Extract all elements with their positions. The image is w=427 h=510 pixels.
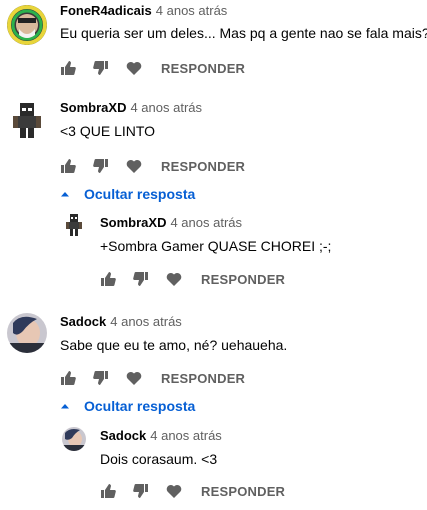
reply-button[interactable]: RESPONDER — [161, 371, 245, 386]
comment-header: SombraXD 4 anos atrás — [60, 100, 202, 116]
timestamp[interactable]: 4 anos atrás — [130, 100, 202, 115]
author-name[interactable]: Sadock — [100, 428, 146, 443]
comment-actions: RESPONDER — [60, 368, 245, 388]
comment-header: FoneR4adicais 4 anos atrás — [60, 3, 227, 19]
timestamp[interactable]: 4 anos atrás — [110, 314, 182, 329]
thumbs-down-icon[interactable] — [93, 158, 109, 174]
reply-text: +Sombra Gamer QUASE CHOREI ;-; — [100, 238, 332, 254]
heart-icon[interactable] — [126, 60, 142, 76]
avatar[interactable] — [7, 313, 47, 353]
reply-button[interactable]: RESPONDER — [201, 272, 285, 287]
comment-header: Sadock 4 anos atrás — [60, 314, 182, 330]
reply-header: Sadock 4 anos atrás — [100, 428, 222, 444]
avatar[interactable] — [62, 213, 86, 237]
reply-header: SombraXD 4 anos atrás — [100, 215, 242, 231]
reply-button[interactable]: RESPONDER — [161, 159, 245, 174]
thumbs-down-icon[interactable] — [93, 370, 109, 386]
thumbs-up-icon[interactable] — [100, 483, 116, 499]
heart-icon[interactable] — [126, 158, 142, 174]
comment-text: Eu queria ser um deles... Mas pq a gente… — [60, 25, 427, 41]
heart-icon[interactable] — [126, 370, 142, 386]
reply-text: Dois corasaum. <3 — [100, 451, 218, 467]
thumbs-up-icon[interactable] — [60, 60, 76, 76]
author-name[interactable]: Sadock — [60, 314, 106, 329]
reply-actions: RESPONDER — [100, 481, 285, 501]
hide-replies-toggle[interactable]: Ocultar resposta — [60, 186, 195, 202]
comment-actions: RESPONDER — [60, 156, 245, 176]
avatar[interactable] — [62, 427, 86, 451]
hide-replies-toggle[interactable]: Ocultar resposta — [60, 398, 195, 414]
reply-actions: RESPONDER — [100, 269, 285, 289]
thumbs-up-icon[interactable] — [60, 370, 76, 386]
thumbs-up-icon[interactable] — [60, 158, 76, 174]
thumbs-up-icon[interactable] — [100, 271, 116, 287]
timestamp[interactable]: 4 anos atrás — [150, 428, 222, 443]
comment-text: <3 QUE LINTO — [60, 123, 156, 139]
heart-icon[interactable] — [166, 483, 182, 499]
author-name[interactable]: FoneR4adicais — [60, 3, 152, 18]
avatar[interactable] — [7, 100, 47, 140]
reply-button[interactable]: RESPONDER — [161, 61, 245, 76]
caret-up-icon — [60, 189, 70, 199]
thumbs-down-icon[interactable] — [133, 271, 149, 287]
author-name[interactable]: SombraXD — [60, 100, 126, 115]
avatar[interactable] — [7, 5, 47, 45]
hide-replies-label: Ocultar resposta — [84, 186, 196, 202]
timestamp[interactable]: 4 anos atrás — [156, 3, 228, 18]
thumbs-down-icon[interactable] — [133, 483, 149, 499]
hide-replies-label: Ocultar resposta — [84, 398, 196, 414]
comment-actions: RESPONDER — [60, 58, 245, 78]
author-name[interactable]: SombraXD — [100, 215, 166, 230]
comment-text: Sabe que eu te amo, né? uehaueha. — [60, 337, 288, 353]
reply-button[interactable]: RESPONDER — [201, 484, 285, 499]
timestamp[interactable]: 4 anos atrás — [170, 215, 242, 230]
heart-icon[interactable] — [166, 271, 182, 287]
thumbs-down-icon[interactable] — [93, 60, 109, 76]
caret-up-icon — [60, 401, 70, 411]
